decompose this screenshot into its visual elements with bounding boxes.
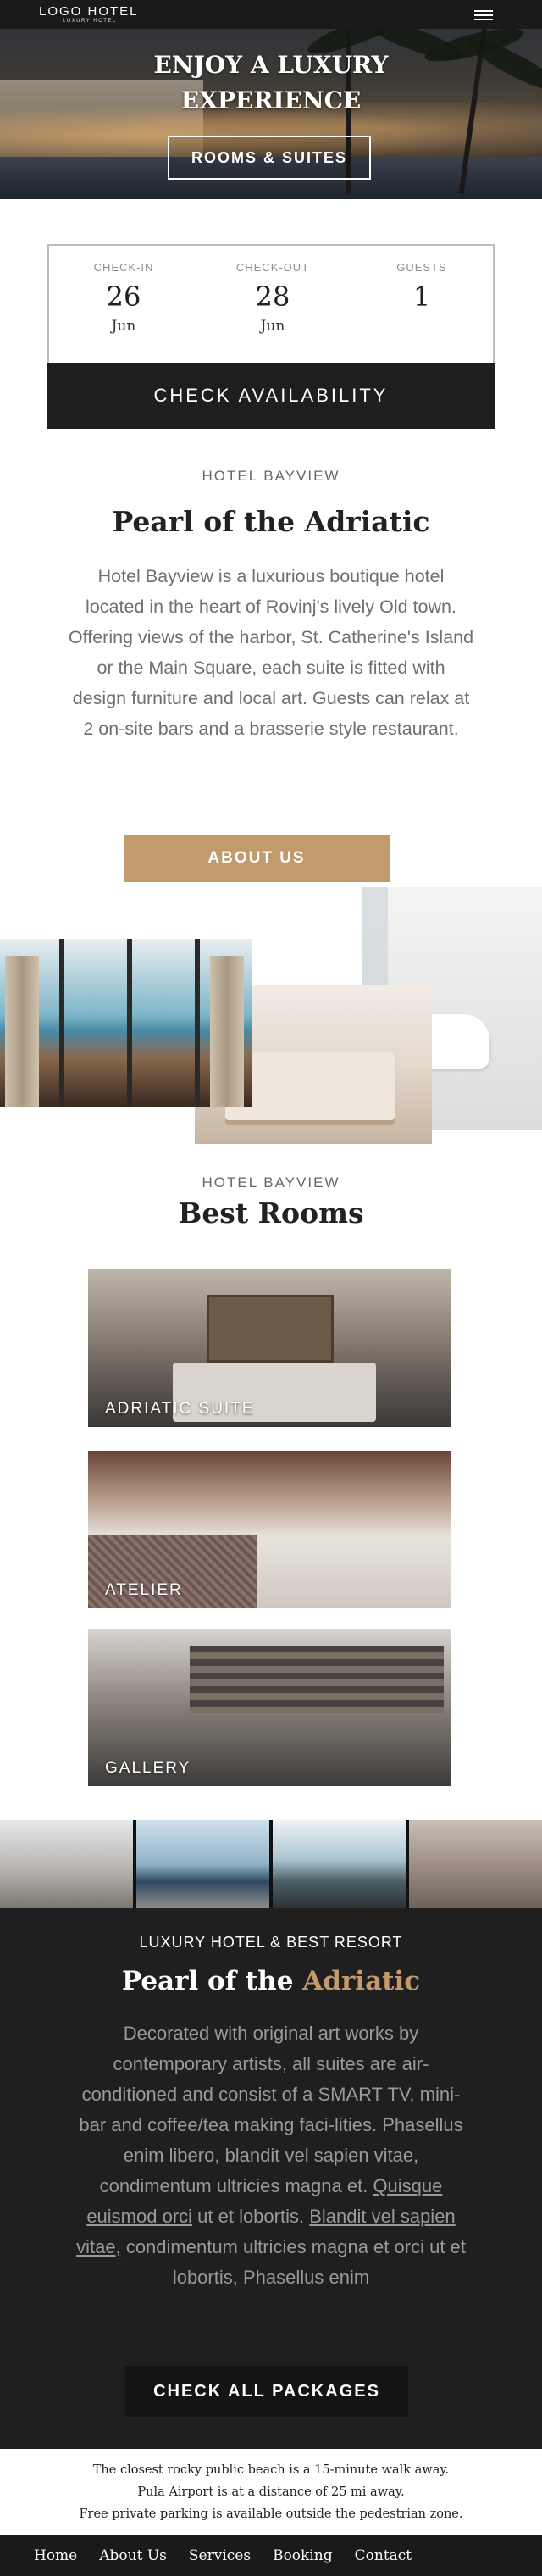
footer-info: The closest rocky public beach is a 15-m… — [0, 2459, 542, 2525]
resort-text-part3: condimentum ultricies magna et orci ut e… — [120, 2236, 466, 2288]
footer-nav-services[interactable]: Services — [189, 2535, 251, 2576]
footer-nav: Home About Us Services Booking Contact — [0, 2535, 542, 2576]
check-all-packages-button[interactable]: CHECK ALL PACKAGES — [125, 2366, 408, 2417]
footer-nav-home[interactable]: Home — [34, 2535, 77, 2576]
resort-title: Pearl of the Adriatic — [0, 1966, 542, 1996]
footer-line: The closest rocky public beach is a 15-m… — [92, 2463, 450, 2477]
rooms-title: Best Rooms — [178, 1196, 364, 1230]
sea-view-room-photo — [0, 939, 252, 1107]
curtain — [5, 956, 39, 1107]
about-text: Hotel Bayview is a luxurious boutique ho… — [68, 566, 474, 739]
hamburger-menu-icon[interactable] — [471, 8, 496, 23]
about-kicker: HOTEL BAYVIEW — [202, 468, 340, 484]
guests-field[interactable]: GUESTS 1 — [347, 261, 496, 313]
strip-photo — [136, 1820, 269, 1908]
room-label: GALLERY — [105, 1759, 191, 1777]
window-frame — [59, 939, 64, 1107]
resort-text-part1: Decorated with original art works by con… — [79, 2023, 463, 2196]
resort-title-main: Pearl of the — [121, 1966, 303, 1996]
resort-text-part2: ut et lobortis. — [192, 2206, 310, 2227]
logo-subtitle: LUXURY HOTEL — [63, 19, 117, 24]
wall-art — [207, 1295, 334, 1363]
rooms-suites-button[interactable]: ROOMS & SUITES — [168, 136, 371, 180]
checkin-day: 26 — [106, 280, 141, 313]
hero-title: ENJOY A LUXURY EXPERIENCE — [102, 47, 440, 119]
top-bar: LOGO HOTEL LUXURY HOTEL — [0, 0, 542, 29]
window-frame — [127, 939, 132, 1107]
resort-title-accent: Adriatic — [302, 1966, 421, 1996]
room-label: ATELIER — [105, 1581, 183, 1599]
room-card-gallery[interactable]: GALLERY — [88, 1629, 451, 1786]
curtain — [210, 956, 244, 1107]
logo[interactable]: LOGO HOTEL — [39, 4, 139, 19]
checkin-label: CHECK-IN — [93, 261, 154, 274]
hero-section: LOGO HOTEL LUXURY HOTEL ENJOY A LUXURY E… — [0, 0, 542, 199]
room-card-atelier[interactable]: ATELIER — [88, 1451, 451, 1608]
guests-value: 1 — [412, 280, 431, 313]
footer-nav-booking[interactable]: Booking — [273, 2535, 333, 2576]
photo-strip — [0, 1820, 542, 1908]
resort-kicker: LUXURY HOTEL & BEST RESORT — [139, 1934, 403, 1951]
about-title: Pearl of the Adriatic — [112, 505, 430, 538]
rooms-kicker: HOTEL BAYVIEW — [202, 1174, 340, 1191]
footer-line: Free private parking is available outsid… — [79, 2507, 463, 2521]
footer-nav-contact[interactable]: Contact — [355, 2535, 412, 2576]
headboard — [190, 1646, 444, 1713]
booking-form: CHECK-IN 26 Jun CHECK-OUT 28 Jun GUESTS … — [47, 244, 495, 429]
resort-section: LUXURY HOTEL & BEST RESORT Pearl of the … — [0, 1908, 542, 2449]
footer-line: Pula Airport is at a distance of 25 mi a… — [137, 2485, 405, 2499]
checkout-month: Jun — [260, 318, 285, 335]
page: LOGO HOTEL LUXURY HOTEL ENJOY A LUXURY E… — [0, 0, 542, 2576]
window-frame — [195, 939, 200, 1107]
strip-photo — [0, 1820, 133, 1908]
checkin-month: Jun — [111, 318, 136, 335]
footer-nav-about-us[interactable]: About Us — [99, 2535, 167, 2576]
room-label: ADRIATIC SUITE — [105, 1400, 255, 1418]
checkout-label: CHECK-OUT — [235, 261, 310, 274]
checkin-field[interactable]: CHECK-IN 26 Jun — [49, 261, 198, 335]
guests-label: GUESTS — [396, 261, 447, 274]
strip-photo — [273, 1820, 406, 1908]
room-card-adriatic-suite[interactable]: ADRIATIC SUITE — [88, 1269, 451, 1427]
check-availability-button[interactable]: CHECK AVAILABILITY — [47, 363, 495, 429]
resort-text: Decorated with original art works by con… — [71, 2018, 471, 2293]
checkout-day: 28 — [255, 280, 290, 313]
hero-title-line1: ENJOY A LUXURY — [153, 51, 389, 79]
hero-title-line2: EXPERIENCE — [180, 86, 362, 114]
checkout-field[interactable]: CHECK-OUT 28 Jun — [198, 261, 347, 335]
strip-photo — [409, 1820, 542, 1908]
about-us-button[interactable]: ABOUT US — [124, 835, 390, 882]
